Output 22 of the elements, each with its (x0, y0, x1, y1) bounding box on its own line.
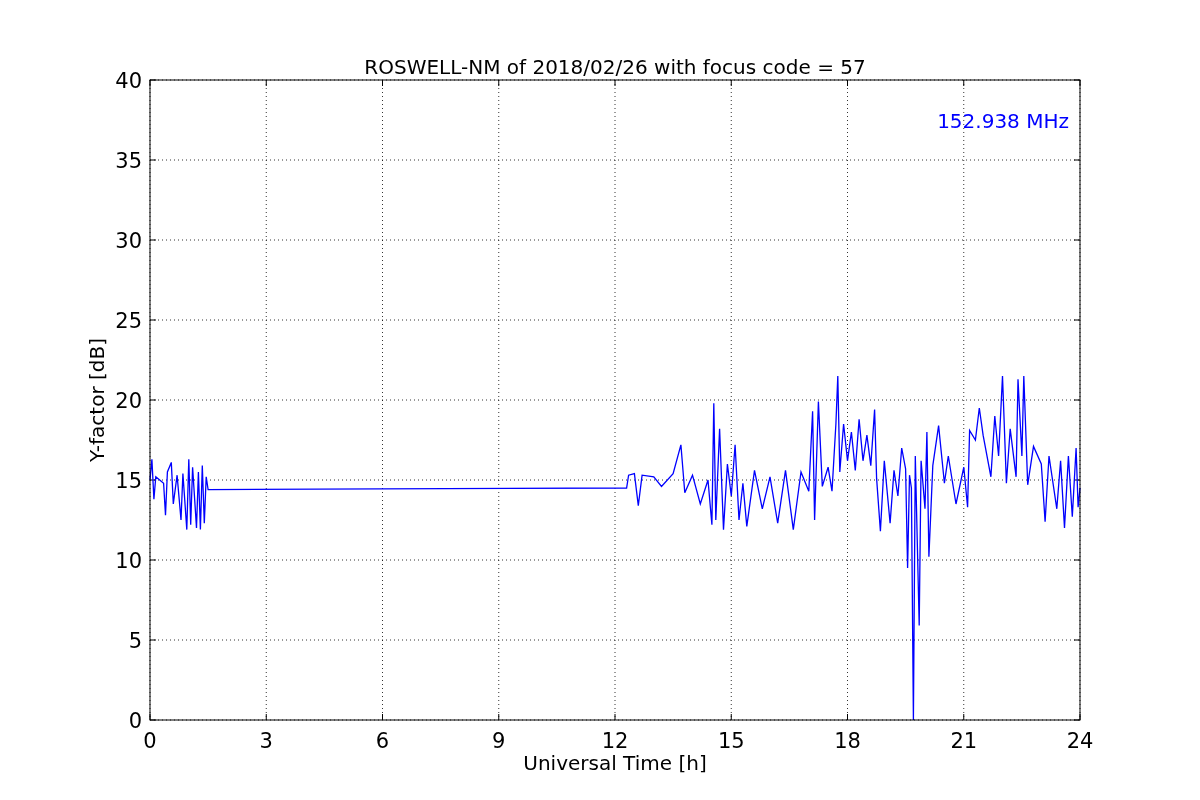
y-tick-label: 10 (115, 549, 142, 573)
chart-title: ROSWELL-NM of 2018/02/26 with focus code = 57 (364, 55, 866, 79)
x-tick-label: 12 (601, 729, 629, 753)
y-tick-label: 5 (128, 629, 142, 653)
x-tick-label: 18 (834, 729, 861, 753)
x-tick-label: 9 (492, 729, 506, 753)
y-axis-label: Y-factor [dB] (85, 338, 109, 462)
series-label: 152.938 MHz (937, 109, 1069, 133)
y-tick-label: 15 (115, 469, 142, 493)
x-axis-label: Universal Time [h] (523, 751, 707, 775)
x-tick-label: 21 (950, 729, 978, 753)
y-tick-label: 25 (115, 309, 142, 333)
y-tick-label: 20 (115, 389, 142, 413)
x-tick-label: 0 (143, 729, 157, 753)
x-tick-label: 3 (259, 729, 273, 753)
y-tick-label: 30 (115, 229, 142, 253)
y-tick-label: 35 (115, 149, 142, 173)
y-tick-label: 0 (128, 709, 142, 733)
x-tick-label: 24 (1066, 729, 1094, 753)
x-tick-label: 15 (717, 729, 745, 753)
x-tick-label: 6 (375, 729, 390, 753)
y-tick-label: 40 (115, 69, 142, 93)
